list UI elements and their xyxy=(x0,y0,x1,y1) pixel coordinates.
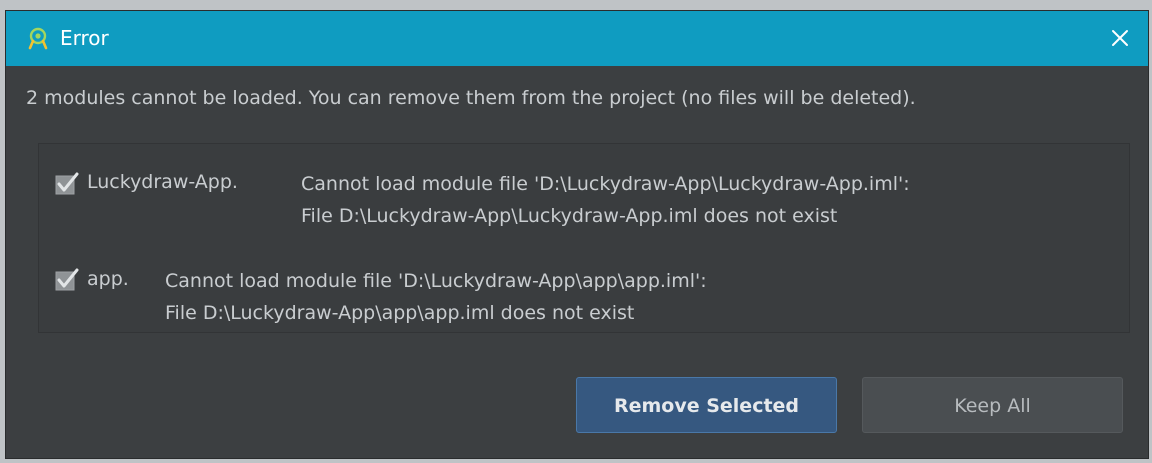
module-row-app: app. Cannot load module file 'D:\Luckydr… xyxy=(39,256,1129,332)
module-row-luckydraw-app: Luckydraw-App. Cannot load module file '… xyxy=(39,162,1129,242)
remove-selected-button[interactable]: Remove Selected xyxy=(576,377,837,433)
module-error-detail: File D:\Luckydraw-App\Luckydraw-App.iml … xyxy=(301,205,838,227)
window-title: Error xyxy=(60,26,109,50)
keep-all-button[interactable]: Keep All xyxy=(862,377,1123,433)
close-icon[interactable] xyxy=(1104,22,1136,54)
module-checkbox-app[interactable] xyxy=(55,268,79,292)
module-error-line: Cannot load module file 'D:\Luckydraw-Ap… xyxy=(301,173,910,195)
title-bar: Error xyxy=(6,11,1148,66)
modules-list: Luckydraw-App. Cannot load module file '… xyxy=(38,143,1130,333)
module-checkbox-luckydraw-app[interactable] xyxy=(55,172,79,196)
error-dialog: Error 2 modules cannot be loaded. You ca… xyxy=(5,10,1149,459)
error-message: 2 modules cannot be loaded. You can remo… xyxy=(26,87,916,109)
module-error-line: Cannot load module file 'D:\Luckydraw-Ap… xyxy=(165,270,707,292)
module-error-detail: File D:\Luckydraw-App\app\app.iml does n… xyxy=(165,302,635,324)
android-studio-icon xyxy=(28,27,48,50)
module-name: Luckydraw-App. xyxy=(87,171,238,193)
module-name: app. xyxy=(87,268,129,290)
